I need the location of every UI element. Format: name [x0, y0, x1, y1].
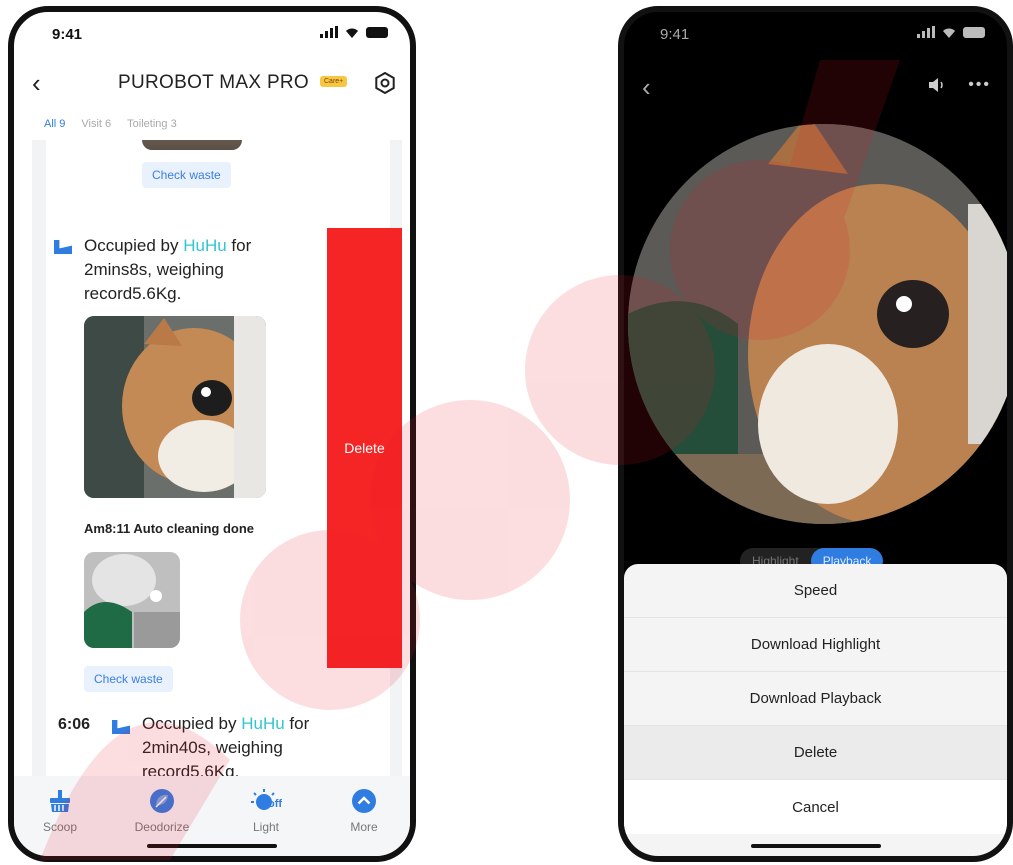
player-toolbar: •••: [928, 76, 991, 94]
back-button[interactable]: ‹: [32, 68, 41, 99]
cat-name-link[interactable]: HuHu: [183, 236, 226, 255]
action-sheet: Speed Download Highlight Download Playba…: [624, 564, 1007, 856]
partial-photo[interactable]: [142, 140, 242, 150]
settings-icon[interactable]: [374, 72, 396, 94]
status-time: 9:41: [660, 26, 690, 43]
entry-occupied-text: Occupied by HuHu for 2mins8s, weighing r…: [84, 236, 252, 303]
tab-all[interactable]: All 9: [44, 118, 65, 130]
more-options-icon[interactable]: •••: [968, 76, 991, 94]
back-button[interactable]: ‹: [642, 72, 651, 103]
cat-name-link[interactable]: HuHu: [241, 714, 284, 733]
nav-label: Light: [252, 820, 280, 834]
cleaning-done-label: Am8:11 Auto cleaning done: [84, 521, 254, 536]
sheet-item-download-highlight[interactable]: Download Highlight: [624, 618, 1007, 672]
scoop-icon: [20, 788, 100, 814]
sheet-item-speed[interactable]: Speed: [624, 564, 1007, 618]
sheet-item-delete[interactable]: Delete: [624, 726, 1007, 780]
status-icons: [917, 26, 985, 38]
status-bar: 9:41: [624, 12, 1007, 56]
wifi-icon: [943, 28, 955, 38]
delete-label: Delete: [344, 440, 385, 456]
volume-icon[interactable]: [928, 77, 946, 93]
check-waste-button[interactable]: Check waste: [142, 162, 231, 188]
nav-deodorize[interactable]: Deodorize: [122, 788, 202, 834]
litter-box-icon: [54, 240, 72, 254]
light-off-text: off: [268, 798, 283, 810]
left-phone-screen: 9:41 ‹ PUROBOT MAX PRO Care+ All 9 Visit…: [8, 6, 416, 862]
battery-icon: [366, 26, 388, 38]
bottom-nav: Scoop Deodorize off Light More: [14, 776, 410, 856]
fisheye-video-player[interactable]: [628, 124, 1007, 524]
signal-icon: [320, 26, 338, 38]
status-bar: 9:41: [14, 12, 410, 56]
cleaning-photo[interactable]: [84, 552, 180, 648]
right-phone-screen: 9:41 ‹ ••• Highlight Playback Speed Down…: [618, 6, 1013, 862]
nav-label: Deodorize: [134, 820, 190, 834]
status-time: 9:41: [52, 26, 83, 43]
tab-toileting[interactable]: Toileting 3: [127, 118, 177, 130]
signal-icon: [917, 26, 935, 38]
cat-photo[interactable]: [84, 316, 266, 498]
status-icons: [320, 26, 388, 38]
app-header: ‹ PUROBOT MAX PRO Care+: [14, 60, 410, 104]
home-indicator[interactable]: [750, 844, 881, 848]
battery-icon: [963, 26, 985, 38]
litter-box-icon: [112, 720, 130, 734]
sheet-cancel-button[interactable]: Cancel: [624, 780, 1007, 834]
tab-visit[interactable]: Visit 6: [81, 118, 111, 130]
care-plus-badge: Care+: [320, 76, 348, 87]
nav-light[interactable]: off Light: [226, 788, 306, 834]
light-off-icon: off: [226, 788, 306, 814]
nav-label: Scoop: [42, 820, 78, 834]
page-title: PUROBOT MAX PRO: [118, 72, 310, 93]
nav-more[interactable]: More: [324, 788, 404, 834]
swipe-delete-button[interactable]: Delete: [327, 228, 402, 668]
chevron-up-circle-icon: [324, 788, 404, 814]
nav-scoop[interactable]: Scoop: [20, 788, 100, 834]
check-waste-button[interactable]: Check waste: [84, 666, 173, 692]
wifi-icon: [346, 28, 358, 38]
sheet-item-download-playback[interactable]: Download Playback: [624, 672, 1007, 726]
entry-time: 6:06: [58, 716, 91, 733]
leaf-icon: [122, 788, 202, 814]
entry-occupied-text: Occupied by HuHu for 2min40s, weighing r…: [142, 714, 310, 781]
home-indicator[interactable]: [147, 844, 277, 848]
filter-tabs: All 9 Visit 6 Toileting 3: [44, 118, 177, 130]
nav-label: More: [350, 820, 378, 834]
